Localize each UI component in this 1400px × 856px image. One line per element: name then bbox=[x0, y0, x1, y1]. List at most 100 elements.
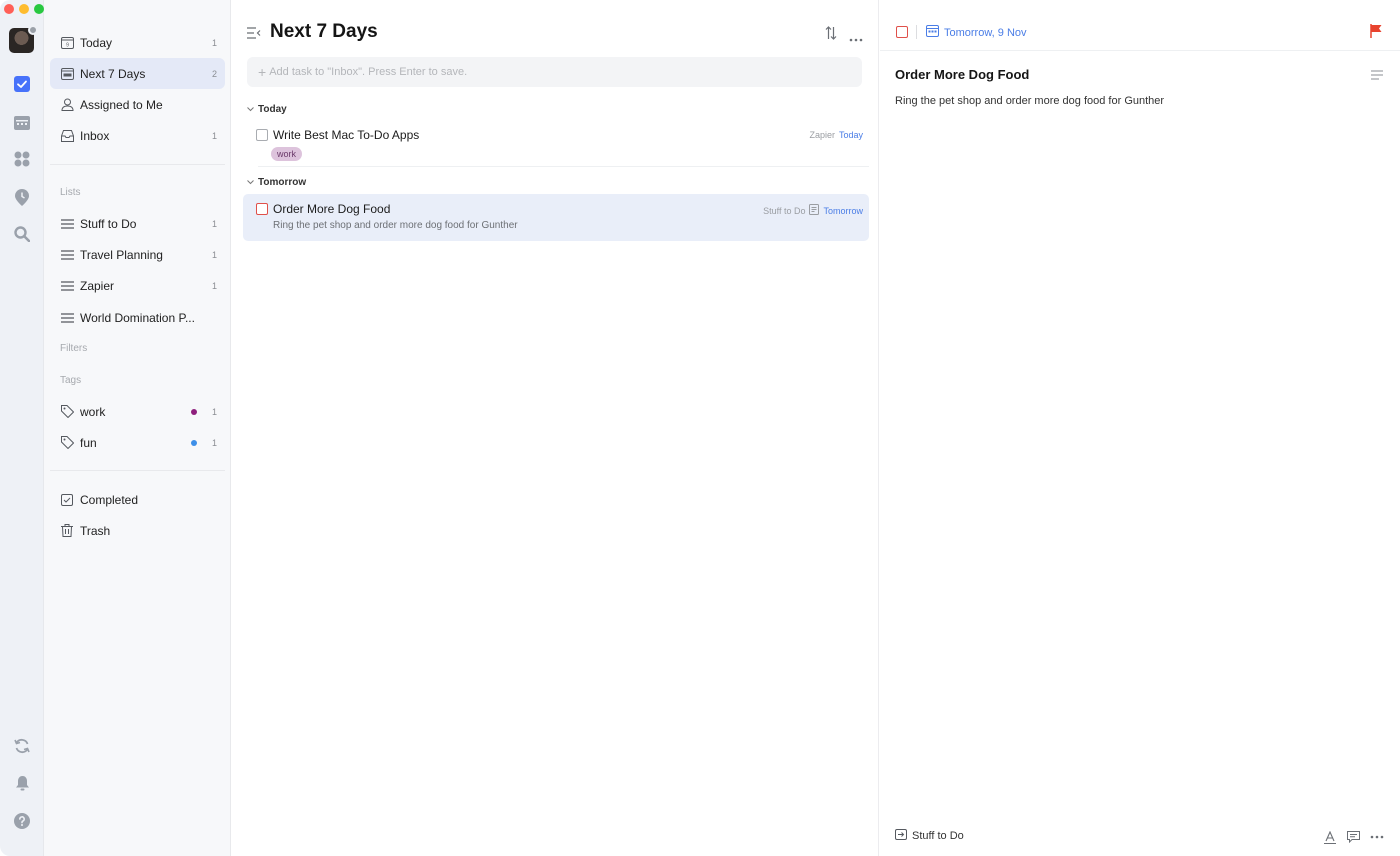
detail-description[interactable]: Ring the pet shop and order more dog foo… bbox=[895, 95, 1164, 107]
sidebar-item-label: Completed bbox=[80, 492, 139, 507]
priority-flag-icon[interactable] bbox=[1370, 24, 1382, 38]
sidebar-item-label: Trash bbox=[80, 523, 111, 538]
task-divider bbox=[258, 166, 869, 167]
sidebar-item-next-7-days[interactable]: Next 7 Days 2 bbox=[50, 58, 225, 89]
help-icon[interactable] bbox=[12, 811, 32, 831]
tag-color-dot bbox=[191, 439, 197, 446]
note-icon bbox=[809, 204, 820, 217]
tag-icon bbox=[60, 436, 74, 450]
list-icon bbox=[60, 217, 74, 231]
task-list-name: Stuff to Do bbox=[763, 205, 806, 216]
search-icon[interactable] bbox=[12, 224, 32, 244]
plus-icon: + bbox=[258, 64, 267, 80]
habit-icon[interactable] bbox=[12, 187, 32, 207]
detail-toolbar: Tomorrow, 9 Nov bbox=[880, 0, 1400, 51]
sidebar-item-tag-work[interactable]: work 1 bbox=[50, 396, 225, 427]
comment-icon[interactable] bbox=[1346, 830, 1360, 844]
sidebar-toggle-icon[interactable] bbox=[247, 27, 261, 39]
group-label: Tomorrow bbox=[258, 177, 307, 188]
lists-section-label: Lists bbox=[60, 187, 81, 198]
detail-title[interactable]: Order More Dog Food bbox=[895, 67, 1029, 82]
app-window: 9 Today 1 Next 7 Days 2 Assigned to Me I… bbox=[0, 0, 1400, 856]
zoom-window-button[interactable] bbox=[34, 4, 44, 14]
person-icon bbox=[60, 98, 74, 112]
task-tag[interactable]: work bbox=[271, 147, 303, 161]
sidebar-item-label: Zapier bbox=[80, 278, 115, 293]
task-row[interactable]: Write Best Mac To-Do Apps Zapier Today w… bbox=[243, 119, 869, 165]
text-format-icon[interactable] bbox=[1323, 830, 1337, 844]
task-description: Ring the pet shop and order more dog foo… bbox=[273, 220, 518, 231]
minimize-window-button[interactable] bbox=[19, 4, 29, 14]
task-list-pane: Next 7 Days + Add task to "Inbox". Press… bbox=[232, 0, 879, 856]
detail-list-selector[interactable]: Stuff to Do bbox=[895, 829, 964, 843]
group-header-tomorrow[interactable]: Tomorrow bbox=[247, 177, 306, 188]
sidebar-item-inbox[interactable]: Inbox 1 bbox=[50, 120, 225, 151]
sidebar-item-count: 1 bbox=[211, 37, 217, 48]
sidebar-item-trash[interactable]: Trash bbox=[50, 515, 225, 546]
task-due-date[interactable]: Today bbox=[839, 130, 863, 140]
calendar-icon bbox=[926, 25, 939, 40]
tag-icon bbox=[60, 405, 74, 419]
sidebar-item-travel-planning[interactable]: Travel Planning 1 bbox=[50, 239, 225, 270]
list-icon bbox=[60, 311, 74, 325]
group-label: Today bbox=[258, 104, 287, 115]
close-window-button[interactable] bbox=[4, 4, 14, 14]
sidebar-item-count: 2 bbox=[211, 68, 217, 79]
tag-color-dot bbox=[191, 408, 197, 415]
task-list-name: Zapier bbox=[809, 130, 835, 140]
svg-text:9: 9 bbox=[66, 42, 69, 48]
task-checkbox[interactable] bbox=[256, 129, 268, 141]
more-options-icon[interactable] bbox=[1370, 830, 1384, 844]
filters-section-label[interactable]: Filters bbox=[60, 343, 87, 354]
sidebar-item-world-domination[interactable]: World Domination P... bbox=[50, 302, 225, 333]
sidebar-item-label: World Domination P... bbox=[80, 310, 195, 325]
due-date-label: Tomorrow, 9 Nov bbox=[944, 26, 1027, 39]
sidebar-item-count: 1 bbox=[211, 130, 217, 141]
sort-icon[interactable] bbox=[825, 26, 839, 40]
sidebar-item-tag-fun[interactable]: fun 1 bbox=[50, 427, 225, 458]
sidebar-item-stuff-to-do[interactable]: Stuff to Do 1 bbox=[50, 208, 225, 239]
sidebar-item-label: Stuff to Do bbox=[80, 216, 137, 231]
sidebar-item-zapier[interactable]: Zapier 1 bbox=[50, 270, 225, 301]
sidebar-item-count: 1 bbox=[211, 218, 217, 229]
sidebar: 9 Today 1 Next 7 Days 2 Assigned to Me I… bbox=[44, 0, 231, 856]
detail-list-name: Stuff to Do bbox=[912, 830, 964, 842]
bell-icon[interactable] bbox=[12, 773, 32, 793]
chevron-down-icon bbox=[247, 177, 254, 188]
more-options-icon[interactable] bbox=[849, 31, 863, 42]
sidebar-item-today[interactable]: 9 Today 1 bbox=[50, 27, 225, 58]
window-controls bbox=[4, 4, 44, 14]
sidebar-item-label: Inbox bbox=[80, 128, 110, 143]
add-task-input[interactable]: + Add task to "Inbox". Press Enter to sa… bbox=[247, 57, 862, 87]
detail-checkbox[interactable] bbox=[896, 26, 908, 38]
task-title: Order More Dog Food bbox=[273, 202, 391, 216]
tags-section-label[interactable]: Tags bbox=[60, 375, 81, 386]
sidebar-item-label: Next 7 Days bbox=[80, 66, 146, 81]
sidebar-item-completed[interactable]: Completed bbox=[50, 484, 225, 515]
list-icon bbox=[60, 248, 74, 262]
sync-icon[interactable] bbox=[12, 736, 32, 756]
task-detail-pane: Tomorrow, 9 Nov Order More Dog Food Ring… bbox=[880, 0, 1400, 856]
description-format-icon[interactable] bbox=[1371, 69, 1383, 80]
task-meta: Zapier Today bbox=[809, 130, 863, 140]
tasks-icon[interactable] bbox=[12, 74, 32, 94]
toolbar-divider bbox=[916, 25, 917, 39]
sidebar-item-label: work bbox=[80, 404, 106, 419]
calendar-week-icon bbox=[60, 67, 74, 81]
task-due-date[interactable]: Tomorrow bbox=[823, 206, 863, 216]
check-square-icon bbox=[60, 493, 74, 507]
sidebar-item-label: fun bbox=[80, 435, 97, 450]
calendar-icon[interactable] bbox=[12, 112, 32, 132]
group-header-today[interactable]: Today bbox=[247, 104, 287, 115]
page-title: Next 7 Days bbox=[270, 21, 378, 42]
sidebar-item-assigned-to-me[interactable]: Assigned to Me bbox=[50, 89, 225, 120]
sidebar-item-count: 1 bbox=[211, 280, 217, 291]
task-meta: Stuff to Do Tomorrow bbox=[763, 204, 863, 217]
task-title: Write Best Mac To-Do Apps bbox=[273, 128, 420, 142]
task-row-selected[interactable]: Order More Dog Food Ring the pet shop an… bbox=[243, 194, 869, 241]
matrix-icon[interactable] bbox=[12, 149, 32, 169]
avatar-badge bbox=[28, 25, 38, 35]
task-checkbox[interactable] bbox=[256, 203, 268, 215]
due-date-button[interactable]: Tomorrow, 9 Nov bbox=[926, 25, 1027, 40]
sidebar-item-count: 1 bbox=[211, 249, 217, 260]
